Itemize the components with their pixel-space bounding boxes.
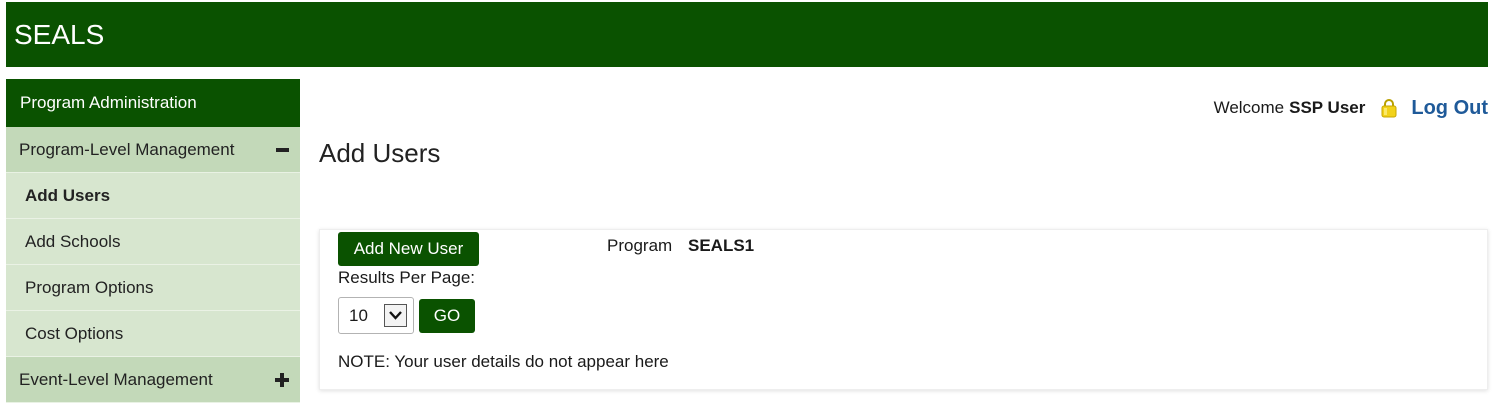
app-title: SEALS bbox=[14, 19, 105, 50]
welcome-text: Welcome bbox=[1213, 98, 1285, 117]
sidebar-header-program-administration[interactable]: Program Administration bbox=[6, 79, 300, 127]
minus-icon[interactable] bbox=[274, 127, 290, 173]
sidebar-section-event-level-management[interactable]: Event-Level Management bbox=[6, 357, 300, 403]
sidebar-item-label: Program Options bbox=[25, 278, 154, 297]
sidebar-header-label: Program Administration bbox=[20, 93, 197, 112]
results-per-page-select[interactable]: 10 bbox=[338, 297, 414, 334]
program-label: Program bbox=[607, 236, 673, 255]
users-panel: Add New User Program SEALS1 Results Per … bbox=[319, 229, 1488, 390]
go-button[interactable]: GO bbox=[419, 299, 475, 333]
chevron-down-icon[interactable] bbox=[384, 304, 407, 327]
logout-link[interactable]: Log Out bbox=[1411, 97, 1488, 120]
sidebar-item-add-schools[interactable]: Add Schools bbox=[6, 219, 300, 265]
sidebar-item-cost-options[interactable]: Cost Options bbox=[6, 311, 300, 357]
sidebar-item-label: Add Schools bbox=[25, 232, 121, 251]
sidebar-item-add-users[interactable]: Add Users bbox=[6, 173, 300, 219]
results-per-page-value: 10 bbox=[349, 306, 368, 325]
lock-icon bbox=[1381, 98, 1397, 118]
add-new-user-button[interactable]: Add New User bbox=[338, 232, 479, 266]
sidebar-item-label: Add Users bbox=[25, 186, 111, 205]
user-bar: Welcome SSP User Log Out bbox=[1214, 94, 1488, 122]
results-per-page-label: Results Per Page: bbox=[338, 268, 476, 287]
username: SSP User bbox=[1289, 98, 1366, 117]
note-text: NOTE: Your user details do not appear he… bbox=[338, 352, 669, 371]
page-title: Add Users bbox=[319, 138, 441, 168]
sidebar-item-program-options[interactable]: Program Options bbox=[6, 265, 300, 311]
sidebar: Program Administration Program-Level Man… bbox=[6, 79, 300, 403]
sidebar-section-program-level-management[interactable]: Program-Level Management bbox=[6, 127, 300, 173]
sidebar-section-label: Program-Level Management bbox=[19, 140, 235, 159]
program-value: SEALS1 bbox=[688, 236, 755, 255]
app-header: SEALS bbox=[6, 2, 1488, 67]
plus-icon[interactable] bbox=[274, 357, 290, 403]
sidebar-item-label: Cost Options bbox=[25, 324, 124, 343]
sidebar-section-label: Event-Level Management bbox=[19, 370, 213, 389]
